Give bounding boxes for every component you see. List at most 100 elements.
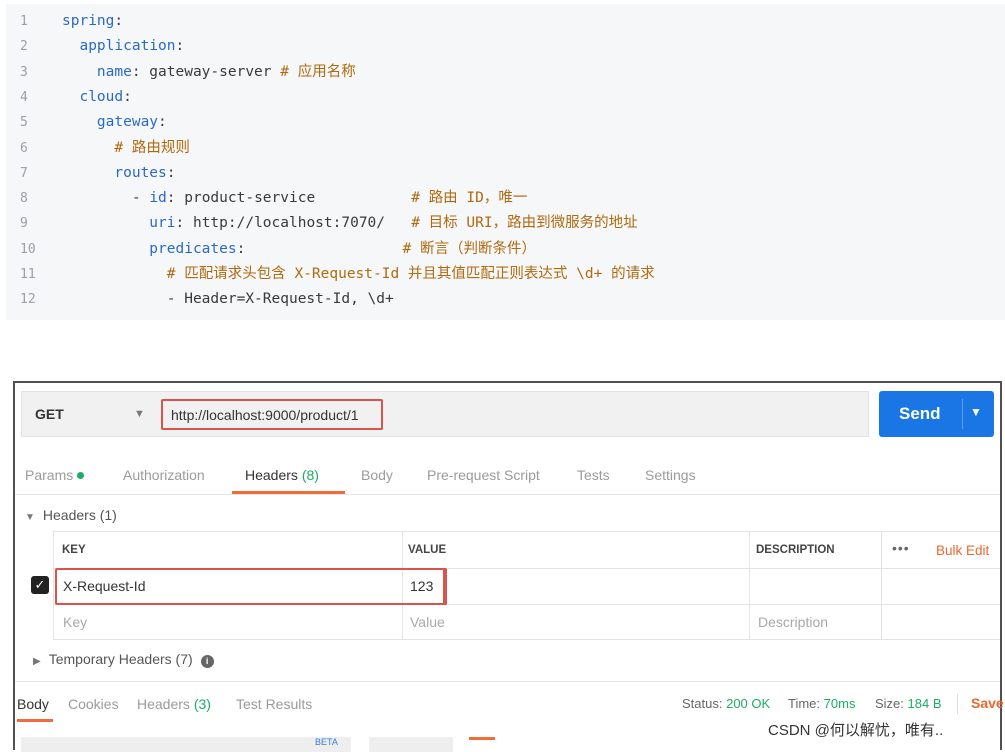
column-header-value: VALUE	[408, 544, 447, 556]
line-number: 5	[20, 115, 28, 131]
line-number: 2	[20, 39, 28, 55]
tab-tests[interactable]: Tests	[577, 467, 610, 483]
code-text: application:	[62, 34, 184, 59]
line-number: 3	[20, 64, 28, 80]
tab-params-label: Params	[25, 467, 74, 483]
headers-section-toggle[interactable]: ▼ Headers (1)	[25, 507, 117, 523]
method-select[interactable]: GET	[35, 406, 64, 422]
time-value: 70ms	[823, 696, 856, 711]
header-enabled-checkbox[interactable]: ✓	[31, 576, 49, 594]
response-tab-cookies[interactable]: Cookies	[68, 696, 119, 712]
code-token: :	[166, 164, 176, 181]
code-text: - id: product-service # 路由 ID，唯一	[62, 186, 528, 211]
send-button[interactable]: Send ▼	[879, 391, 994, 437]
line-number: 8	[20, 191, 28, 207]
code-line: 7 routes:	[6, 161, 1005, 186]
status-value: 200 OK	[726, 696, 771, 711]
wrap-toggle-icon[interactable]	[469, 737, 495, 740]
tab-headers[interactable]: Headers (8)	[245, 467, 319, 483]
more-options-icon[interactable]: •••	[892, 540, 910, 556]
code-token: : product-service	[166, 190, 412, 207]
line-number: 1	[20, 14, 28, 29]
key-highlight-box	[55, 568, 445, 605]
line-number: 7	[20, 165, 28, 181]
caret-right-icon: ▶	[33, 656, 41, 667]
send-label: Send	[899, 404, 941, 423]
code-token: -	[62, 190, 150, 207]
code-text: - Header=X-Request-Id, \d+	[62, 287, 394, 312]
code-text: cloud:	[62, 85, 131, 110]
line-number: 12	[20, 292, 36, 308]
code-token: routes	[62, 164, 167, 181]
code-text: spring:	[62, 9, 123, 34]
tab-settings[interactable]: Settings	[645, 467, 696, 483]
new-key-input[interactable]: Key	[63, 614, 87, 630]
tab-authorization[interactable]: Authorization	[123, 467, 205, 483]
save-response-button[interactable]: Save	[971, 695, 1004, 711]
code-line: 4 cloud:	[6, 85, 1005, 110]
code-token: cloud	[62, 88, 124, 105]
value-highlight-box	[403, 568, 447, 605]
code-token: :	[175, 38, 185, 55]
code-token: gateway	[62, 114, 159, 131]
code-text: uri: http://localhost:7070/ # 目标 URI，路由到…	[62, 211, 638, 236]
code-line: 11 # 匹配请求头包含 X-Request-Id 并且其值匹配正则表达式 \d…	[6, 262, 1005, 287]
response-bar: Body Cookies Headers (3) Test Results St…	[15, 681, 1004, 722]
tab-params[interactable]: Params	[25, 467, 85, 483]
line-number: 6	[20, 140, 28, 156]
table-divider	[53, 532, 54, 640]
tab-headers-count: (8)	[301, 467, 319, 483]
tab-body[interactable]: Body	[361, 467, 393, 483]
request-tabs: Params Authorization Headers (8) Body Pr…	[15, 453, 1000, 495]
code-line: 3 name: gateway-server # 应用名称	[6, 60, 1005, 85]
line-number: 11	[20, 267, 36, 282]
table-divider	[881, 532, 882, 640]
code-token: : http://localhost:7070/	[175, 215, 412, 232]
code-line: 12 - Header=X-Request-Id, \d+	[6, 287, 1005, 312]
new-value-input[interactable]: Value	[410, 614, 445, 630]
code-text: routes:	[62, 161, 176, 186]
url-highlight-box: http://localhost:9000/product/1	[161, 399, 383, 430]
status-readout: Status: 200 OK	[682, 696, 770, 711]
line-number: 10	[20, 241, 36, 257]
time-readout: Time: 70ms	[788, 696, 855, 711]
code-token: :	[158, 114, 167, 131]
active-tab-underline	[232, 491, 345, 494]
code-token: # 目标 URI，路由到微服务的地址	[411, 215, 638, 232]
code-token: :	[236, 240, 403, 257]
send-divider	[962, 399, 963, 429]
info-icon[interactable]: i	[200, 655, 214, 668]
column-header-description: DESCRIPTION	[756, 544, 835, 556]
code-token: uri	[62, 215, 176, 232]
code-token: # 应用名称	[280, 63, 356, 80]
caret-down-icon: ▼	[25, 512, 35, 523]
temporary-headers-count: (7)	[175, 651, 193, 667]
column-header-key: KEY	[62, 544, 86, 556]
send-caret-down-icon[interactable]: ▼	[970, 405, 982, 419]
response-tab-headers[interactable]: Headers (3)	[137, 696, 211, 712]
code-line: 5 gateway:	[6, 110, 1005, 135]
code-token: : gateway-server	[131, 63, 281, 80]
headers-section-count: (1)	[99, 507, 117, 523]
line-number: 4	[20, 89, 28, 105]
response-tab-test-results[interactable]: Test Results	[236, 696, 312, 712]
url-input[interactable]: http://localhost:9000/product/1	[171, 407, 359, 423]
bulk-edit-link[interactable]: Bulk Edit	[936, 543, 989, 558]
request-bar: GET ▼ http://localhost:9000/product/1	[21, 391, 869, 437]
params-indicator-dot	[77, 472, 85, 479]
new-description-input[interactable]: Description	[758, 614, 828, 630]
code-line: 2 application:	[6, 34, 1005, 59]
tab-pre-request-script[interactable]: Pre-request Script	[427, 467, 540, 483]
code-line: 6 # 路由规则	[6, 136, 1005, 161]
size-value: 184 B	[907, 696, 942, 711]
temporary-headers-toggle[interactable]: ▶ Temporary Headers (7) i	[33, 651, 214, 668]
code-token: - Header=X-Request-Id, \d+	[62, 291, 394, 308]
code-token: # 路由规则	[62, 139, 190, 156]
response-tab-body[interactable]: Body	[17, 696, 49, 712]
code-text: predicates: # 断言（判断条件）	[62, 237, 536, 262]
caret-down-icon[interactable]: ▼	[134, 408, 145, 420]
temporary-headers-title: Temporary Headers	[48, 651, 172, 667]
line-number: 9	[20, 216, 28, 232]
beta-badge: BETA	[315, 737, 338, 747]
code-token: # 匹配请求头包含 X-Request-Id 并且其值匹配正则表达式 \d+ 的…	[62, 266, 655, 282]
